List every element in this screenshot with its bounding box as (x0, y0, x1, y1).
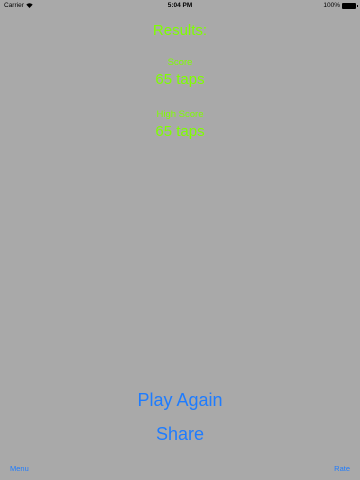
battery-fill (343, 3, 355, 8)
menu-button[interactable]: Menu (10, 464, 29, 473)
score-label: Score (167, 57, 193, 68)
play-again-button[interactable]: Play Again (0, 390, 360, 411)
high-score-value: 65 taps (155, 123, 205, 140)
battery-icon (342, 2, 358, 9)
high-score-label: High Score (156, 109, 204, 120)
rate-button[interactable]: Rate (334, 464, 350, 473)
status-time: 5:04 PM (167, 2, 193, 9)
status-right: 100% (323, 2, 358, 9)
battery-percent: 100% (323, 2, 340, 9)
status-bar: Carrier 5:04 PM 100% (0, 0, 360, 12)
share-button[interactable]: Share (0, 424, 360, 445)
score-value: 65 taps (155, 71, 205, 88)
results-title: Results: (152, 22, 208, 39)
